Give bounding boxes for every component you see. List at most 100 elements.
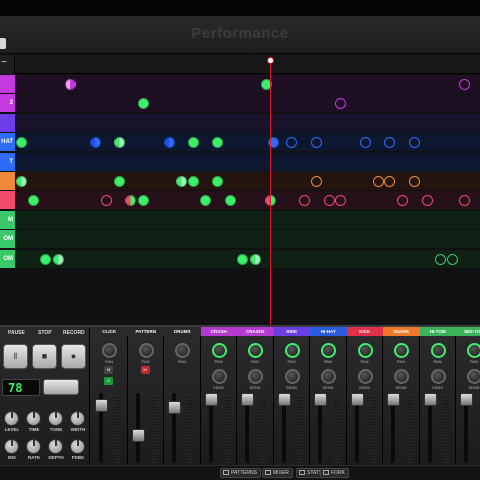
pan-knob[interactable] bbox=[394, 343, 409, 358]
tab-fork[interactable]: FORK bbox=[320, 468, 349, 478]
sens-knob[interactable] bbox=[394, 369, 409, 384]
note-marker[interactable] bbox=[384, 176, 395, 187]
note-marker[interactable] bbox=[65, 79, 76, 90]
side-tab[interactable] bbox=[0, 38, 6, 49]
fx-knob-width[interactable] bbox=[70, 411, 85, 426]
note-marker[interactable] bbox=[237, 253, 248, 265]
fx-knob-level[interactable] bbox=[4, 411, 19, 426]
track-lane[interactable] bbox=[15, 191, 480, 210]
stats-tab-icon bbox=[299, 470, 305, 475]
note-marker[interactable] bbox=[16, 176, 27, 187]
track-label[interactable] bbox=[0, 113, 15, 132]
track-lane[interactable] bbox=[15, 113, 480, 132]
note-marker[interactable] bbox=[176, 176, 187, 187]
note-marker[interactable] bbox=[409, 176, 420, 187]
sens-knob[interactable] bbox=[321, 369, 336, 384]
track-lane[interactable] bbox=[15, 230, 480, 249]
volume-fader[interactable] bbox=[314, 393, 327, 406]
volume-fader[interactable] bbox=[350, 393, 364, 406]
pan-knob[interactable] bbox=[284, 343, 300, 358]
pan-knob[interactable] bbox=[321, 343, 336, 358]
sens-knob[interactable] bbox=[248, 369, 263, 384]
pause-button[interactable]: ‖ bbox=[3, 344, 28, 369]
mute-button[interactable]: M bbox=[140, 366, 150, 374]
volume-fader[interactable] bbox=[241, 393, 254, 406]
pan-label: PAN bbox=[433, 359, 442, 364]
note-marker[interactable] bbox=[250, 253, 261, 265]
sens-knob[interactable] bbox=[467, 369, 480, 384]
note-marker[interactable] bbox=[435, 253, 446, 265]
track-label[interactable]: 2 bbox=[0, 94, 15, 113]
volume-fader[interactable] bbox=[95, 399, 108, 412]
track-label[interactable]: OM bbox=[0, 249, 15, 268]
playhead-line[interactable] bbox=[270, 60, 271, 325]
note-marker[interactable] bbox=[188, 176, 199, 187]
solo-button[interactable]: S bbox=[104, 377, 113, 385]
sens-knob[interactable] bbox=[357, 369, 373, 384]
track-label[interactable]: HAT bbox=[0, 133, 15, 152]
note-marker[interactable] bbox=[373, 176, 384, 187]
track-row: OM bbox=[0, 230, 480, 249]
channel-strip: KICK PAN SENS bbox=[346, 327, 383, 467]
note-marker[interactable] bbox=[114, 176, 125, 187]
track-label[interactable]: OM bbox=[0, 230, 15, 249]
volume-fader[interactable] bbox=[387, 393, 400, 406]
track-label[interactable]: T bbox=[0, 152, 15, 171]
pan-knob[interactable] bbox=[467, 343, 480, 358]
level-meter bbox=[151, 397, 157, 463]
volume-fader[interactable] bbox=[277, 393, 291, 406]
fx-knob-rate[interactable] bbox=[26, 439, 41, 454]
track-label[interactable] bbox=[0, 172, 15, 190]
tempo-display[interactable]: 78 bbox=[2, 379, 40, 396]
note-marker[interactable] bbox=[53, 253, 64, 265]
strip-name: HI-TOM bbox=[419, 327, 456, 336]
timeline-ruler[interactable]: − bbox=[0, 55, 480, 74]
sens-knob[interactable] bbox=[284, 369, 300, 384]
track-label[interactable] bbox=[0, 75, 15, 93]
track-lane[interactable] bbox=[15, 94, 480, 113]
fx-knob-mix[interactable] bbox=[4, 439, 19, 454]
note-marker[interactable] bbox=[459, 79, 470, 90]
volume-fader[interactable] bbox=[204, 393, 218, 406]
pan-knob[interactable] bbox=[138, 343, 154, 358]
tempo-tap-button[interactable] bbox=[43, 379, 79, 395]
volume-fader[interactable] bbox=[423, 393, 437, 406]
mixer-tab-icon bbox=[265, 470, 271, 475]
note-marker[interactable] bbox=[311, 176, 322, 187]
pan-knob[interactable] bbox=[357, 343, 373, 358]
zoom-out-button[interactable]: − bbox=[0, 55, 15, 74]
track-lane[interactable] bbox=[15, 210, 480, 229]
playhead-handle[interactable] bbox=[267, 57, 274, 64]
track-lane[interactable] bbox=[15, 152, 480, 171]
pan-knob[interactable] bbox=[248, 343, 263, 358]
fx-knob-time[interactable] bbox=[26, 411, 41, 426]
sens-knob[interactable] bbox=[211, 369, 227, 384]
tab-patterns[interactable]: PATTERNS bbox=[220, 468, 261, 478]
fx-knob-fdbk[interactable] bbox=[70, 439, 85, 454]
track-row: HAT bbox=[0, 133, 480, 152]
pan-knob[interactable] bbox=[102, 343, 117, 358]
note-marker[interactable] bbox=[40, 253, 51, 265]
track-label[interactable]: M bbox=[0, 210, 15, 229]
fx-knob-tone[interactable] bbox=[48, 411, 63, 426]
sens-knob[interactable] bbox=[430, 369, 446, 384]
track-grid[interactable]: 2 HAT T M OM OM bbox=[0, 75, 480, 269]
volume-fader[interactable] bbox=[131, 429, 145, 442]
fx-knob-depth[interactable] bbox=[48, 439, 63, 454]
stop-button[interactable]: ■ bbox=[32, 344, 57, 369]
level-meter bbox=[115, 397, 120, 463]
note-marker[interactable] bbox=[212, 176, 223, 187]
track-lane[interactable] bbox=[15, 75, 480, 93]
note-marker[interactable] bbox=[447, 253, 458, 265]
pan-knob[interactable] bbox=[175, 343, 190, 358]
track-label[interactable] bbox=[0, 191, 15, 210]
record-button[interactable]: ● bbox=[61, 344, 86, 369]
pan-knob[interactable] bbox=[430, 343, 446, 358]
mute-button[interactable]: M bbox=[104, 366, 113, 374]
pan-knob[interactable] bbox=[211, 343, 227, 358]
channel-strip: RIDE PAN SENS bbox=[273, 327, 310, 467]
volume-fader[interactable] bbox=[460, 393, 473, 406]
volume-fader[interactable] bbox=[168, 401, 181, 414]
tab-mixer[interactable]: MIXER bbox=[262, 468, 293, 478]
level-meter bbox=[370, 397, 376, 463]
